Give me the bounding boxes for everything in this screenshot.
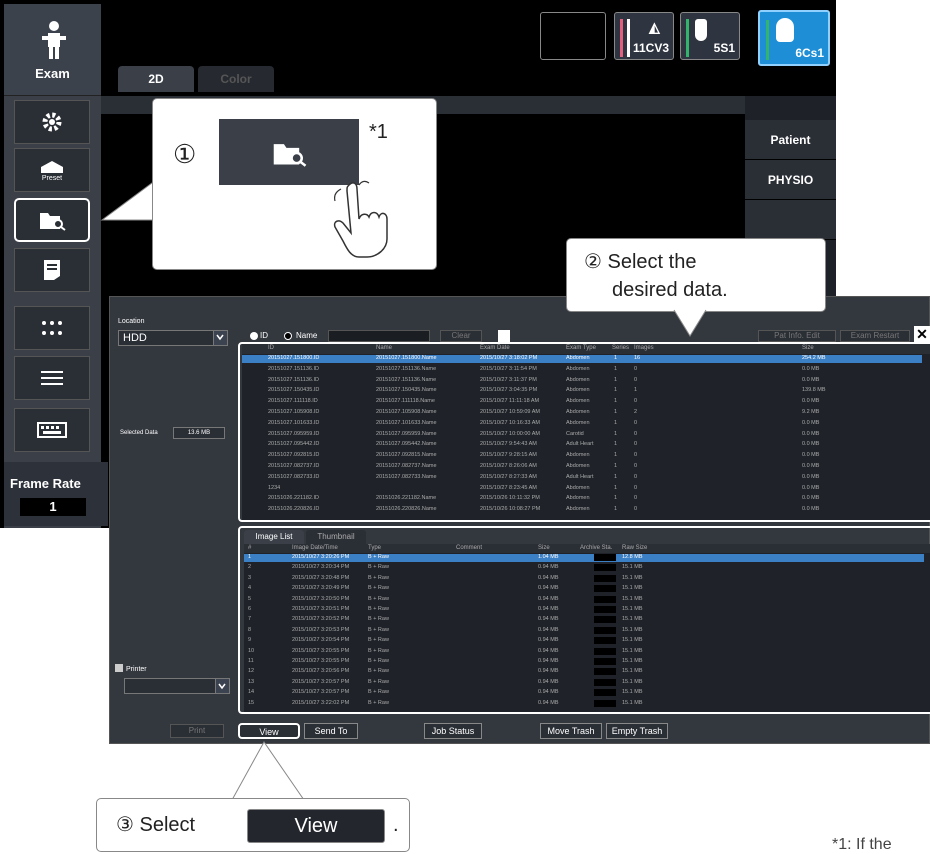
- location-value: HDD: [123, 332, 147, 344]
- search-input[interactable]: [328, 330, 430, 342]
- step2-text: ② Select the desired data.: [584, 248, 728, 304]
- triangle-icon: ◭: [649, 19, 660, 35]
- callout1-pointer: [100, 179, 157, 221]
- study-table-highlight: [238, 342, 930, 522]
- document-icon: [44, 260, 60, 280]
- location-select[interactable]: HDD: [118, 330, 228, 346]
- person-icon: [42, 21, 66, 59]
- patient-browser-button[interactable]: Patient Browser: [745, 120, 836, 187]
- exam-restart-button[interactable]: Exam Restart: [840, 330, 910, 342]
- settings-button[interactable]: [14, 100, 90, 144]
- report-button[interactable]: [14, 248, 90, 292]
- chevron-down-icon: [215, 679, 229, 693]
- empty-trash-button[interactable]: Empty Trash: [606, 723, 668, 739]
- folder-search-icon: [40, 213, 66, 231]
- pat-info-edit-button[interactable]: Pat Info. Edit: [758, 330, 836, 342]
- view-button-illustration: View: [247, 809, 385, 843]
- apps-button[interactable]: [14, 306, 90, 350]
- close-icon[interactable]: ✕: [914, 326, 930, 342]
- step2-line2: desired data.: [612, 279, 728, 301]
- exam-label: Exam: [35, 66, 70, 81]
- id-radio-label: ID: [260, 331, 268, 340]
- step2-line1: Select the: [607, 251, 697, 273]
- name-radio-label: Name: [296, 331, 318, 340]
- tab-2d[interactable]: 2D: [118, 66, 194, 92]
- probe-icon: [695, 19, 707, 41]
- send-to-button[interactable]: Send To: [304, 723, 358, 739]
- keyboard-icon: [37, 422, 67, 438]
- tab-color[interactable]: Color: [198, 66, 274, 92]
- printer-icon: [115, 664, 123, 672]
- selected-data-value: 13.6 MB: [173, 427, 225, 439]
- frame-rate-panel: Frame Rate 1: [4, 462, 108, 526]
- step3-label: Select: [139, 814, 196, 836]
- print-button[interactable]: Print: [170, 724, 224, 738]
- right-panel-empty[interactable]: [745, 200, 836, 240]
- view-button[interactable]: View: [238, 723, 300, 739]
- list-icon: [41, 371, 63, 385]
- probe-11cv3[interactable]: ◭ 11CV3: [614, 12, 674, 60]
- name-radio[interactable]: [284, 332, 292, 340]
- preset-button[interactable]: Preset: [14, 148, 90, 192]
- footnote-mark: *1: [369, 121, 388, 143]
- step-number: ③: [116, 814, 134, 836]
- image-table-highlight: [238, 526, 930, 714]
- id-radio[interactable]: [250, 332, 258, 340]
- probe-6cs1[interactable]: 6Cs1: [758, 10, 830, 66]
- patient-browser-illustration: [219, 119, 359, 185]
- frame-rate-value: 1: [20, 498, 86, 516]
- preset-label: Preset: [41, 174, 63, 182]
- clear-button[interactable]: Clear: [440, 330, 482, 342]
- callout3-pointer: [231, 741, 305, 801]
- probe-slot-empty[interactable]: [540, 12, 606, 60]
- printer-select[interactable]: [124, 678, 230, 694]
- move-trash-button[interactable]: Move Trash: [540, 723, 602, 739]
- location-label: Location: [118, 318, 145, 325]
- patient-browser-rail-button[interactable]: [14, 198, 90, 242]
- probe-icon: [776, 18, 794, 42]
- footnote: *1: If the: [832, 836, 892, 853]
- list-button[interactable]: [14, 356, 90, 400]
- step3-period: .: [393, 814, 399, 836]
- gear-icon: [42, 112, 62, 132]
- job-status-button[interactable]: Job Status: [424, 723, 482, 739]
- step3-text: ③ Select: [116, 812, 195, 837]
- selected-data-label: Selected Data: [120, 430, 158, 436]
- grid-dots-icon: [42, 321, 62, 335]
- physio-button[interactable]: PHYSIO: [745, 160, 836, 200]
- printer-label: Printer: [126, 666, 147, 673]
- probe-5s1[interactable]: 5S1: [680, 12, 740, 60]
- step-number: ①: [173, 139, 197, 169]
- chevron-down-icon: [213, 331, 227, 345]
- callout2-pointer: [673, 309, 707, 337]
- keyboard-button[interactable]: [14, 408, 90, 452]
- filter-icon[interactable]: [498, 330, 510, 342]
- frame-rate-label: Frame Rate: [10, 476, 81, 491]
- step1-callout: ① *1: [152, 98, 437, 270]
- exam-button[interactable]: Exam: [4, 4, 101, 96]
- hand-pointer-icon: [333, 180, 388, 258]
- step-number: ②: [584, 251, 602, 273]
- preset-icon: [41, 160, 63, 173]
- folder-search-icon: [273, 144, 307, 167]
